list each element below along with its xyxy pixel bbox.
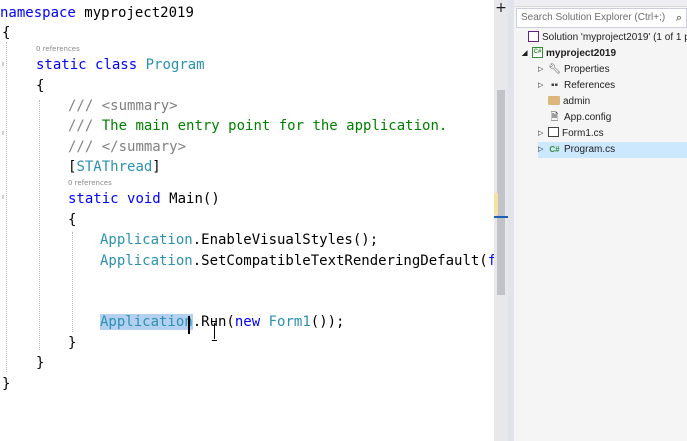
keyword-class: class	[95, 57, 138, 73]
class-name: Program	[145, 57, 205, 73]
codelens-references[interactable]: 0 references	[68, 179, 112, 187]
summary-close-tag: </summary>	[101, 139, 187, 155]
code-line-brace[interactable]: {	[36, 76, 44, 96]
scrollbar-thumb[interactable]	[497, 90, 505, 295]
attr-bracket-close: ]	[152, 159, 161, 175]
brace-close: }	[68, 335, 77, 351]
tree-item-references[interactable]: ▷ ▪▪ References	[538, 78, 615, 94]
tree-item-label: Solution 'myproject2019' (1 of 1 pr	[542, 32, 687, 43]
keyword-new: new	[234, 314, 261, 330]
scrollbar-change-marker	[494, 193, 498, 215]
code-line-brace[interactable]: }	[68, 333, 76, 353]
call-end: ());	[310, 314, 345, 330]
code-line-brace[interactable]: {	[68, 210, 76, 230]
brace-open: {	[68, 212, 77, 228]
doc-prefix: ///	[68, 98, 94, 114]
collapsed-arrow-icon[interactable]: ▷	[538, 78, 548, 94]
tree-item-label: Properties	[564, 64, 610, 75]
text-caret	[188, 316, 190, 334]
tree-item-solution[interactable]: Solution 'myproject2019' (1 of 1 pr	[518, 30, 687, 46]
csharp-project-icon: C#	[532, 46, 543, 58]
folder-icon	[548, 95, 560, 105]
collapsed-arrow-icon[interactable]: ▷	[538, 62, 548, 78]
code-line-doc-comment[interactable]: /// <summary>	[68, 96, 178, 116]
keyword-static: static	[68, 191, 119, 207]
tree-item-label: Program.cs	[564, 144, 616, 155]
split-expand-icon[interactable]: +	[494, 1, 508, 16]
codelens-references[interactable]: 0 references	[36, 45, 80, 53]
doc-prefix: ///	[68, 139, 94, 155]
keyword-namespace: namespace	[0, 5, 76, 21]
indent-guide	[6, 42, 7, 372]
collapsed-arrow-icon[interactable]: ▷	[538, 126, 548, 142]
brace-open: {	[36, 78, 45, 94]
brace-open: {	[2, 25, 11, 41]
tree-item-label: admin	[563, 96, 591, 107]
indent-guide	[72, 232, 73, 332]
solution-explorer: Search Solution Explorer (Ctrl+;) ⌕ Solu…	[514, 0, 687, 441]
scrollbar-caret-marker	[494, 216, 508, 218]
tree-item-label: myproject2019	[546, 48, 617, 59]
tree-item-project[interactable]: ◢ C# myproject2019	[522, 46, 616, 62]
code-line-brace[interactable]: }	[2, 374, 10, 394]
ibeam-cursor-icon	[212, 321, 217, 341]
method-call: .SetCompatibleTextRenderingDefault(	[192, 253, 488, 269]
tree-item-form1[interactable]: ▷ Form1.cs	[538, 126, 604, 142]
type-form1: Form1	[268, 314, 311, 330]
code-line-call[interactable]: Application.EnableVisualStyles();	[100, 230, 378, 250]
code-editor[interactable]: namespace myproject2019 { 0 references s…	[0, 0, 494, 441]
code-line-class[interactable]: static class Program	[36, 55, 205, 75]
code-line-doc-comment[interactable]: /// </summary>	[68, 137, 186, 157]
method-signature: Main()	[169, 191, 220, 207]
code-line-method[interactable]: static void Main()	[68, 189, 220, 209]
code-line-namespace[interactable]: namespace myproject2019	[0, 3, 194, 23]
tree-item-admin-folder[interactable]: admin	[538, 94, 590, 110]
type-application-selected: Application	[100, 314, 193, 330]
code-line-brace[interactable]: {	[2, 23, 10, 43]
wrench-icon: 🔧︎	[548, 64, 561, 76]
brace-close: }	[2, 376, 11, 392]
search-icon[interactable]: ⌕	[676, 9, 682, 27]
outline-mark	[2, 62, 4, 66]
namespace-name: myproject2019	[84, 5, 194, 21]
tree-item-label: Form1.cs	[562, 128, 604, 139]
keyword-static: static	[36, 57, 87, 73]
references-icon: ▪▪	[550, 80, 559, 92]
brace-close: }	[36, 355, 45, 371]
summary-open-tag: <summary>	[101, 98, 178, 114]
solution-explorer-toolbar	[514, 0, 687, 7]
config-file-icon: 🗎︎	[550, 112, 559, 124]
tree-item-label: App.config	[564, 112, 612, 123]
csharp-file-icon: C#	[549, 145, 560, 155]
method-call: .EnableVisualStyles();	[192, 232, 379, 248]
doc-prefix: ///	[68, 118, 94, 134]
form-icon	[548, 127, 559, 138]
collapsed-arrow-icon[interactable]: ▷	[538, 142, 548, 158]
code-line-brace[interactable]: }	[36, 353, 44, 373]
indent-guide	[39, 100, 40, 350]
type-application: Application	[100, 253, 193, 269]
attribute-name: STAThread	[76, 159, 153, 175]
outline-mark	[2, 195, 4, 199]
solution-explorer-search[interactable]: Search Solution Explorer (Ctrl+;) ⌕	[516, 8, 687, 28]
search-input[interactable]: Search Solution Explorer (Ctrl+;)	[521, 12, 665, 23]
tree-item-label: References	[564, 80, 616, 91]
code-line-call[interactable]: Application.SetCompatibleTextRenderingDe…	[100, 251, 494, 271]
outline-mark	[2, 131, 4, 135]
keyword-void: void	[127, 191, 161, 207]
type-application: Application	[100, 232, 193, 248]
tree-item-properties[interactable]: ▷ 🔧︎ Properties	[538, 62, 610, 78]
tree-item-app-config[interactable]: 🗎︎ App.config	[538, 110, 611, 126]
code-line-call[interactable]: Application.Run(new Form1());	[100, 312, 344, 332]
tree-item-program[interactable]: ▷ C# Program.cs	[538, 142, 687, 158]
solution-icon	[528, 30, 539, 42]
code-line-attribute[interactable]: [STAThread]	[68, 157, 161, 177]
expanded-arrow-icon[interactable]: ◢	[522, 46, 532, 62]
code-line-doc-comment[interactable]: /// The main entry point for the applica…	[68, 116, 447, 136]
summary-text: The main entry point for the application…	[101, 118, 448, 134]
editor-vertical-scrollbar[interactable]: +	[494, 0, 508, 441]
